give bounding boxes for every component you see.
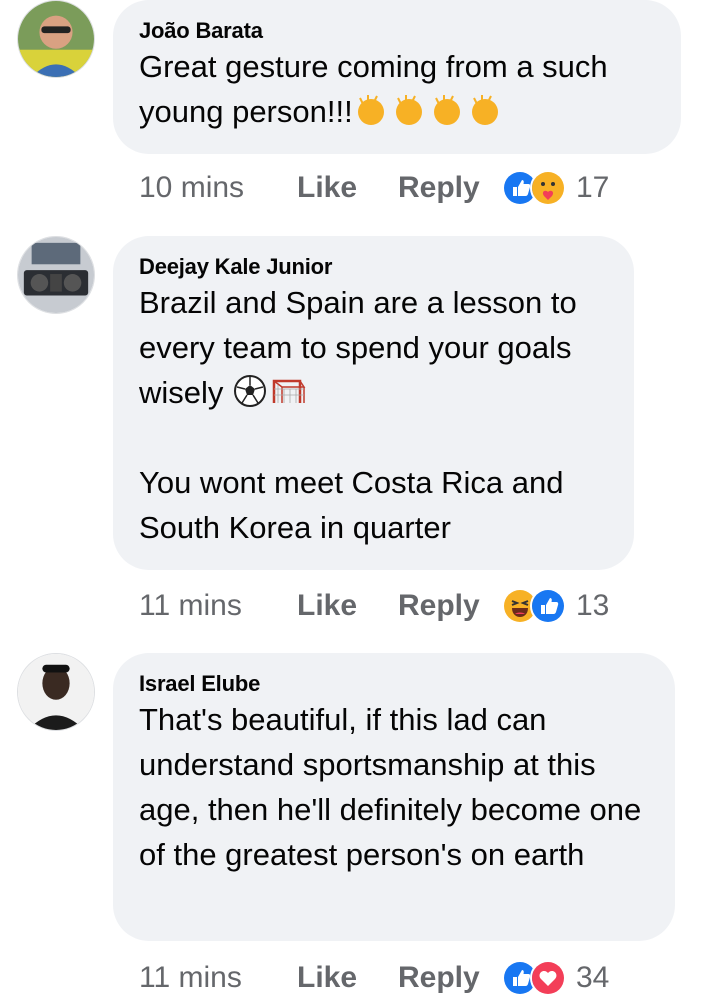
reactions-summary[interactable]: 34 <box>502 960 609 996</box>
like-button[interactable]: Like <box>297 961 398 995</box>
comment-time[interactable]: 10 mins <box>139 171 297 205</box>
avatar-photo <box>18 237 94 313</box>
comment-bubble: Deejay Kale Junior Brazil and Spain are … <box>113 236 634 570</box>
comment-actions: 11 mins Like Reply 13 <box>139 586 609 626</box>
reaction-count: 17 <box>576 171 610 204</box>
reaction-count: 34 <box>576 961 610 994</box>
avatar-photo <box>18 1 94 77</box>
comment-text: Brazil and Spain are a lesson to every t… <box>139 280 608 550</box>
avatar[interactable] <box>17 236 95 314</box>
comment-text-second-paragraph: You wont meet Costa Rica and South Korea… <box>139 465 573 545</box>
comment-text: That's beautiful, if this lad can unders… <box>139 702 650 872</box>
reactions-summary[interactable]: 13 <box>502 588 609 624</box>
goal-net-icon <box>270 373 306 409</box>
like-button[interactable]: Like <box>297 589 398 623</box>
reply-button[interactable]: Reply <box>398 961 502 995</box>
comment-text: Great gesture coming from a such young p… <box>139 44 655 134</box>
clapping-hands-icon <box>429 92 465 128</box>
comment-actions: 10 mins Like Reply 17 <box>139 168 609 208</box>
avatar[interactable] <box>17 0 95 78</box>
comment-text-body: Brazil and Spain are a lesson to every t… <box>139 285 586 410</box>
clapping-hands-icon <box>391 92 427 128</box>
reaction-count: 13 <box>576 589 610 622</box>
love-reaction-icon <box>530 960 566 996</box>
reply-button[interactable]: Reply <box>398 589 502 623</box>
comment-author[interactable]: João Barata <box>139 18 655 44</box>
comment-time[interactable]: 11 mins <box>139 589 297 623</box>
comment-time[interactable]: 11 mins <box>139 961 297 995</box>
care-reaction-icon <box>530 170 566 206</box>
clapping-hands-icon <box>353 92 389 128</box>
avatar-photo <box>18 654 94 730</box>
comment-bubble: Israel Elube That's beautiful, if this l… <box>113 653 675 941</box>
avatar[interactable] <box>17 653 95 731</box>
reactions-summary[interactable]: 17 <box>502 170 609 206</box>
comment-author[interactable]: Deejay Kale Junior <box>139 254 608 280</box>
reply-button[interactable]: Reply <box>398 171 502 205</box>
comment-bubble: João Barata Great gesture coming from a … <box>113 0 681 154</box>
comment-actions: 11 mins Like Reply 34 <box>139 958 609 998</box>
like-button[interactable]: Like <box>297 171 398 205</box>
clapping-hands-icon <box>467 92 503 128</box>
soccer-ball-icon <box>232 373 268 409</box>
comment-author[interactable]: Israel Elube <box>139 671 649 697</box>
like-reaction-icon <box>530 588 566 624</box>
